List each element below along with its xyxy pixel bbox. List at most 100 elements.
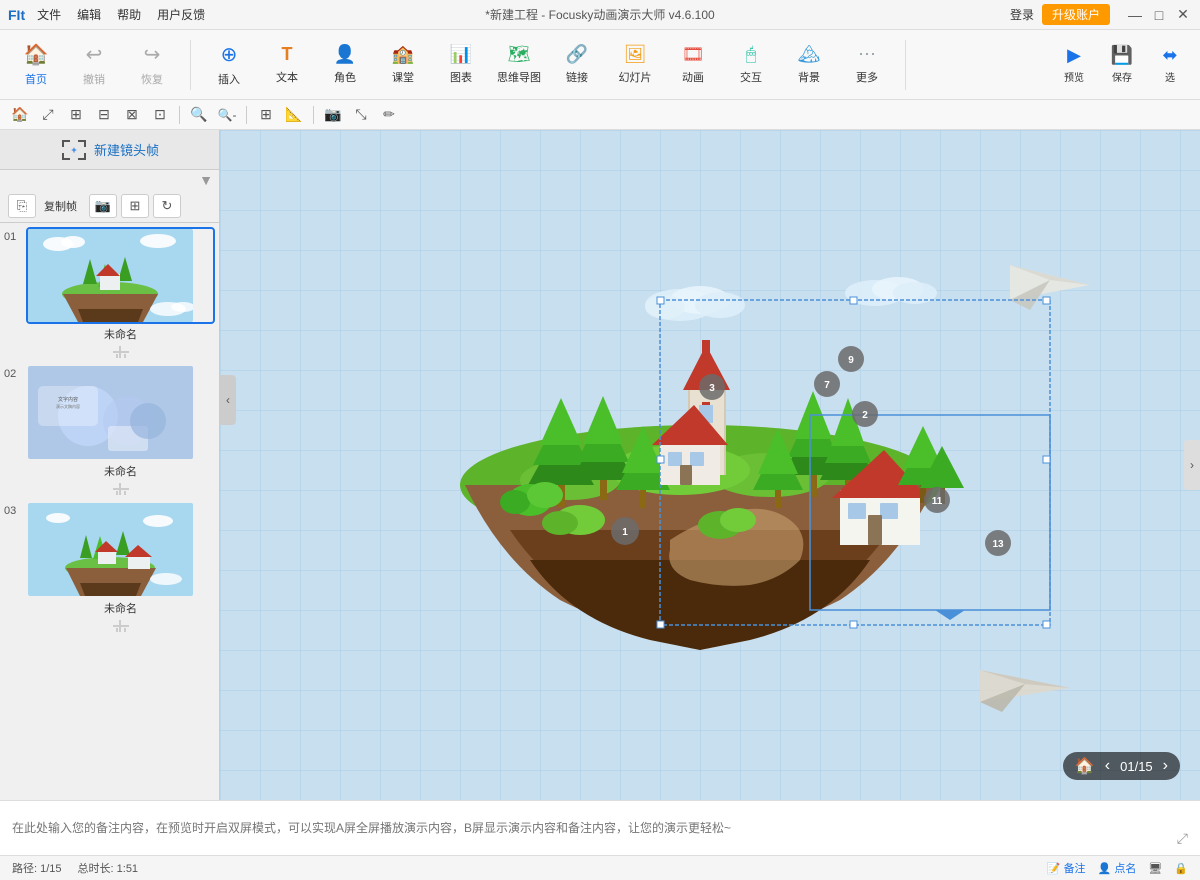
notes-area: ⤢ [0, 800, 1200, 855]
select-button[interactable]: ⬌ 选 [1148, 35, 1192, 95]
toolbar-group-nav: 🏠 首页 ↩ 撤销 ↪ 恢复 [8, 35, 180, 95]
canvas-area[interactable]: 1 2 3 7 9 11 1 [220, 130, 1200, 800]
character-button[interactable]: 👤 角色 [317, 35, 373, 95]
redo-icon: ↪ [144, 42, 161, 67]
svg-text:1: 1 [622, 527, 628, 538]
slide-icon-2 [26, 481, 215, 497]
ct-fit-height-button[interactable]: ⊟ [92, 103, 116, 127]
frame-bubble-7: 7 [814, 371, 840, 397]
left-collapse-button[interactable]: ‹ [220, 375, 236, 425]
sel-handle-bm [850, 621, 857, 628]
frame-bubble-1: 1 [611, 517, 639, 545]
sel-handle-ml [657, 456, 664, 463]
status-icon-1[interactable]: 🖥 [1148, 862, 1162, 875]
text-button[interactable]: T 文本 [259, 35, 315, 95]
menu-feedback[interactable]: 用户反馈 [157, 6, 205, 23]
camera-button[interactable]: 📷 [89, 194, 117, 218]
notes-expand-icon[interactable]: ⤢ [1177, 830, 1188, 847]
background-icon: 🏔 [798, 44, 821, 65]
sidebar-down-arrow[interactable]: ▼ [199, 172, 213, 188]
ct-fit-all-button[interactable]: ⤢ [36, 103, 60, 127]
ct-zoom-out-button[interactable]: 🔍- [215, 103, 239, 127]
insert-button[interactable]: ⊕ 插入 [201, 35, 257, 95]
more-button[interactable]: ⋯ 更多 [839, 35, 895, 95]
sel-handle-tl [657, 297, 664, 304]
rollcall-button[interactable]: 👤 点名 [1098, 860, 1137, 876]
status-duration: 总时长: 1:51 [78, 860, 139, 876]
copy-frame-label: 复制帧 [44, 198, 77, 214]
frame-bubble-11: 11 [924, 487, 950, 513]
background-button[interactable]: 🏔 背景 [781, 35, 837, 95]
notes-button[interactable]: 📝 备注 [1047, 860, 1086, 876]
ct-distribute-button[interactable]: 📐 [282, 103, 306, 127]
ct-edit-button[interactable]: ✏ [377, 103, 401, 127]
ct-zoom-in-button[interactable]: 🔍 [187, 103, 211, 127]
ct-fit-sel-button[interactable]: ⊡ [148, 103, 172, 127]
slide-thumb-container-2: 文字内容 演示文稿内容 未命名 [26, 364, 215, 497]
playback-prev-icon[interactable]: ‹ [1105, 757, 1110, 775]
home-label: 首页 [25, 71, 47, 87]
select-icon: ⬌ [1162, 45, 1177, 66]
ct-align-button[interactable]: ⊞ [254, 103, 278, 127]
animation-button[interactable]: 🎞 动画 [665, 35, 721, 95]
frame-bubble-13: 13 [985, 530, 1011, 556]
minimize-button[interactable]: — [1126, 6, 1144, 24]
menu-file[interactable]: 文件 [37, 6, 61, 23]
sidebar-scroll-arrow: ▼ [0, 170, 219, 190]
status-icon-2[interactable]: 🔒 [1174, 862, 1188, 875]
paper-plane-bottom [980, 670, 1070, 712]
grid-button[interactable]: ⊞ [121, 194, 149, 218]
copy-frame-button[interactable]: ⎘ [8, 194, 36, 218]
ct-fullscreen-button[interactable]: ⤡ [349, 103, 373, 127]
playback-home-icon[interactable]: 🏠 [1075, 756, 1095, 776]
preview-button[interactable]: ▶ 预览 [1052, 35, 1096, 95]
menu-help[interactable]: 帮助 [117, 6, 141, 23]
new-frame-button[interactable]: 新建镜头帧 [94, 140, 159, 159]
slide-status-icon-3 [113, 620, 129, 632]
login-button[interactable]: 登录 [1010, 6, 1034, 23]
classroom-button[interactable]: 🏫 课堂 [375, 35, 431, 95]
window-title: *新建工程 - Focusky动画演示大师 v4.6.100 [485, 6, 714, 23]
insert-label: 插入 [218, 71, 240, 87]
undo-label: 撤销 [83, 71, 105, 87]
ct-fit-page-button[interactable]: ⊠ [120, 103, 144, 127]
svg-text:演示文稿内容: 演示文稿内容 [56, 403, 80, 409]
main-canvas-svg: 1 2 3 7 9 11 1 [220, 130, 1180, 750]
status-bar: 路径: 1/15 总时长: 1:51 📝 备注 👤 点名 🖥 🔒 [0, 855, 1200, 880]
notes-icon: 📝 [1047, 863, 1061, 875]
slides-list: 01 [0, 223, 219, 800]
slide-status-icon-2 [113, 483, 129, 495]
right-panel-collapse-button[interactable]: › [1184, 440, 1200, 490]
mindmap-button[interactable]: 🗺 思维导图 [491, 35, 547, 95]
text-label: 文本 [276, 69, 298, 85]
notes-input[interactable] [12, 821, 1188, 835]
slide-item-2[interactable]: 02 文字内容 演示文稿内容 [4, 364, 215, 497]
home-button[interactable]: 🏠 首页 [8, 35, 64, 95]
ct-screenshot-button[interactable]: 📷 [321, 103, 345, 127]
chart-button[interactable]: 📊 图表 [433, 35, 489, 95]
slide-thumb-1 [28, 229, 193, 322]
ct-home-button[interactable]: 🏠 [8, 103, 32, 127]
upgrade-button[interactable]: 升级账户 [1042, 4, 1110, 25]
save-button[interactable]: 💾 保存 [1100, 35, 1144, 95]
slide-thumbnail-svg-3 [28, 503, 193, 596]
slide-item-1[interactable]: 01 [4, 227, 215, 360]
title-left: FIt 文件 编辑 帮助 用户反馈 [8, 6, 205, 23]
interaction-button[interactable]: 🖱 交互 [723, 35, 779, 95]
undo-button[interactable]: ↩ 撤销 [66, 35, 122, 95]
maximize-button[interactable]: □ [1150, 6, 1168, 24]
redo-button[interactable]: ↪ 恢复 [124, 35, 180, 95]
ct-fit-width-button[interactable]: ⊞ [64, 103, 88, 127]
rotate-button[interactable]: ↻ [153, 194, 181, 218]
close-button[interactable]: ✕ [1174, 6, 1192, 24]
link-button[interactable]: 🔗 链接 [549, 35, 605, 95]
svg-text:11: 11 [932, 496, 943, 507]
playback-next-icon[interactable]: › [1163, 757, 1168, 775]
slide-num-1: 01 [4, 231, 22, 243]
link-label: 链接 [566, 69, 588, 85]
toolbar-group-main: ⊕ 插入 T 文本 👤 角色 🏫 课堂 📊 图表 🗺 思维导图 🔗 链接 🖼 [201, 35, 895, 95]
menu-edit[interactable]: 编辑 [77, 6, 101, 23]
slide-item-3[interactable]: 03 [4, 501, 215, 634]
canvas-toolbar: 🏠 ⤢ ⊞ ⊟ ⊠ ⊡ 🔍 🔍- ⊞ 📐 📷 ⤡ ✏ [0, 100, 1200, 130]
slides-button[interactable]: 🖼 幻灯片 [607, 35, 663, 95]
